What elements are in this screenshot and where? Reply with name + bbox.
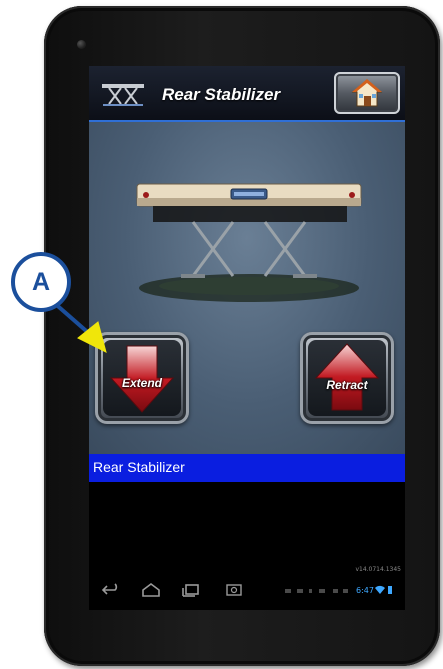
status-bar: Rear Stabilizer bbox=[89, 454, 405, 482]
retract-label: Retract bbox=[326, 378, 368, 392]
android-nav-bar: 6:47 bbox=[89, 574, 405, 610]
status-text: Rear Stabilizer bbox=[93, 459, 185, 475]
callout-marker: A bbox=[11, 252, 71, 312]
callout-letter: A bbox=[31, 268, 51, 296]
screenshot-icon[interactable] bbox=[225, 582, 243, 598]
extend-label: Extend bbox=[121, 376, 162, 390]
notification-icons bbox=[285, 589, 348, 593]
battery-icon bbox=[388, 586, 392, 594]
wifi-icon bbox=[375, 585, 385, 594]
recent-apps-icon[interactable] bbox=[181, 582, 201, 598]
page-title: Rear Stabilizer bbox=[162, 85, 281, 104]
home-nav-icon[interactable] bbox=[141, 582, 161, 598]
front-camera bbox=[77, 40, 86, 49]
stabilizer-header-icon bbox=[102, 84, 144, 106]
clock-time: 6:47 bbox=[356, 586, 374, 595]
header-bar: Rear Stabilizer bbox=[89, 66, 405, 122]
version-label: v14.0714.1345 bbox=[355, 566, 401, 573]
message-area bbox=[89, 482, 405, 572]
home-icon bbox=[351, 79, 383, 107]
home-button[interactable] bbox=[334, 72, 400, 114]
app-screen: Rear Stabilizer Extend Retract Rear Stab… bbox=[89, 66, 405, 610]
retract-button[interactable]: Retract bbox=[300, 332, 394, 424]
back-icon[interactable] bbox=[101, 582, 121, 598]
stabilizer-illustration bbox=[136, 183, 362, 302]
